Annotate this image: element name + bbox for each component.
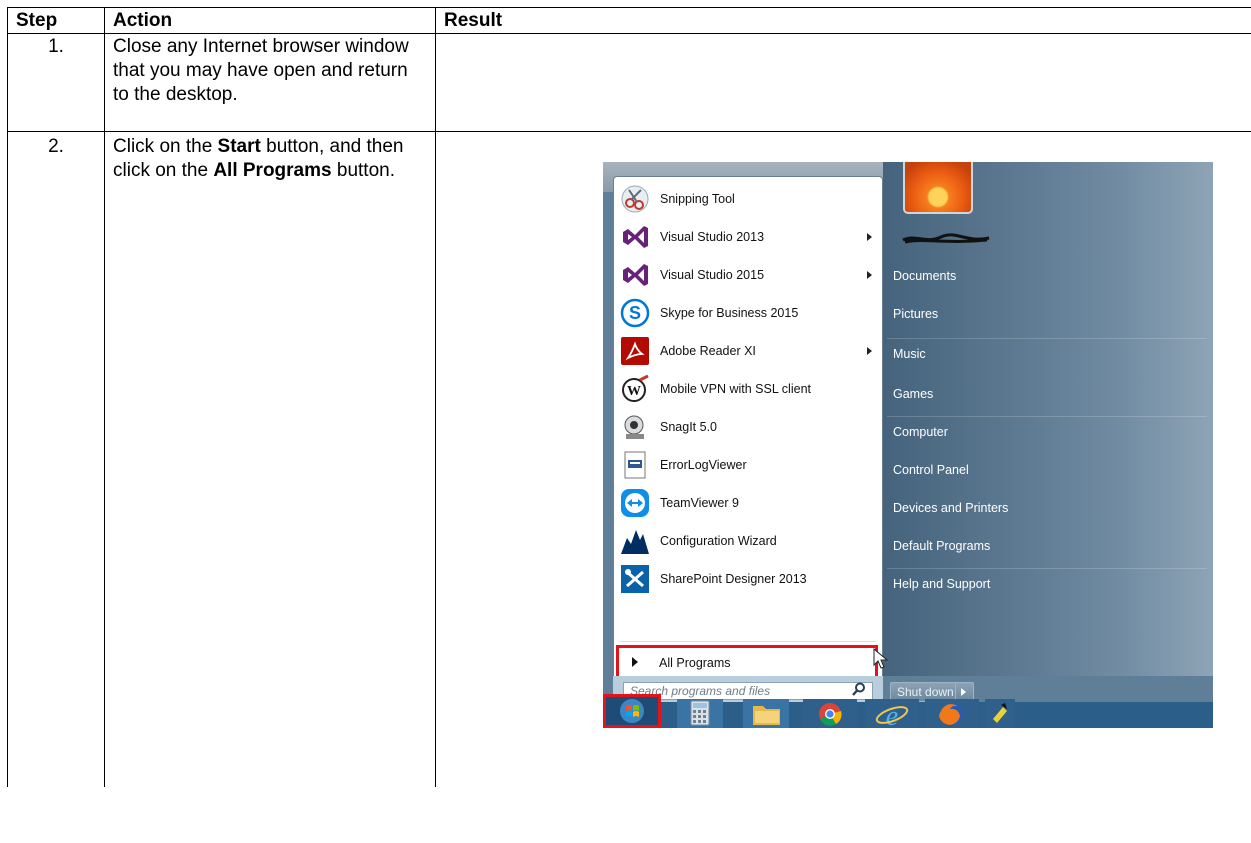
triangle-right-icon xyxy=(632,657,638,667)
visual-studio-icon xyxy=(620,260,650,290)
log-viewer-icon xyxy=(620,450,650,480)
program-label: ErrorLogViewer xyxy=(660,458,747,472)
start-link-help-and-support[interactable]: Help and Support xyxy=(893,576,990,592)
all-programs-keyword: All Programs xyxy=(213,160,332,181)
program-item[interactable]: Configuration Wizard xyxy=(614,523,882,559)
start-orb-icon xyxy=(620,699,644,723)
start-button[interactable] xyxy=(603,694,661,728)
program-item[interactable]: Snipping Tool xyxy=(614,181,882,217)
header-row: Step Action Result xyxy=(7,7,1251,34)
program-label: Snipping Tool xyxy=(660,192,735,206)
start-link-pictures[interactable]: Pictures xyxy=(893,306,938,322)
internet-explorer-icon[interactable]: e xyxy=(865,696,919,728)
partial-taskbar-icon[interactable] xyxy=(985,696,1015,728)
divider xyxy=(887,416,1207,417)
program-label: SnagIt 5.0 xyxy=(660,420,717,434)
program-label: Visual Studio 2015 xyxy=(660,268,765,282)
user-picture-icon[interactable] xyxy=(903,162,973,214)
header-result: Result xyxy=(435,7,1251,34)
program-item[interactable]: Adobe Reader XI xyxy=(614,333,882,369)
divider xyxy=(887,338,1207,339)
table-row: 1. Close any Internet browser window tha… xyxy=(7,33,1251,132)
divider xyxy=(887,568,1207,569)
step-result: Snipping Tool Visual Studio 2013 Visual St… xyxy=(435,131,1251,787)
program-item[interactable]: Visual Studio 2013 xyxy=(614,219,882,255)
svg-text:e: e xyxy=(886,701,898,728)
instructions-table: Step Action Result 1. Close any Internet… xyxy=(7,7,1251,787)
visual-studio-icon xyxy=(620,222,650,252)
skype-icon: S xyxy=(620,298,650,328)
program-item[interactable]: W Mobile VPN with SSL client xyxy=(614,371,882,407)
step-number: 1. xyxy=(7,33,105,132)
program-label: Mobile VPN with SSL client xyxy=(660,382,811,396)
step-result xyxy=(435,33,1251,132)
start-menu-programs-pane: Snipping Tool Visual Studio 2013 Visual St… xyxy=(613,176,883,681)
svg-text:S: S xyxy=(629,303,641,323)
program-label: TeamViewer 9 xyxy=(660,496,739,510)
program-label: Visual Studio 2013 xyxy=(660,230,765,244)
program-label: Configuration Wizard xyxy=(660,534,777,548)
start-link-control-panel[interactable]: Control Panel xyxy=(893,462,969,478)
firefox-icon[interactable] xyxy=(925,696,979,728)
submenu-arrow-icon xyxy=(867,233,872,241)
program-item[interactable]: TeamViewer 9 xyxy=(614,485,882,521)
table-row: 2. Click on the Start button, and then c… xyxy=(7,131,1251,787)
submenu-arrow-icon xyxy=(867,347,872,355)
chrome-icon[interactable] xyxy=(803,696,857,728)
program-item[interactable]: SnagIt 5.0 xyxy=(614,409,882,445)
configuration-wizard-icon xyxy=(620,526,650,556)
program-item[interactable]: SharePoint Designer 2013 xyxy=(614,561,882,597)
program-label: Skype for Business 2015 xyxy=(660,306,799,320)
program-item[interactable]: S Skype for Business 2015 xyxy=(614,295,882,331)
snagit-icon xyxy=(620,412,650,442)
step-number: 2. xyxy=(7,131,105,787)
program-item[interactable]: Visual Studio 2015 xyxy=(614,257,882,293)
svg-text:W: W xyxy=(627,384,641,399)
start-link-computer[interactable]: Computer xyxy=(893,424,948,440)
redacted-username xyxy=(902,233,990,244)
program-label: Adobe Reader XI xyxy=(660,344,756,358)
divider xyxy=(620,641,876,642)
scissors-icon xyxy=(620,184,650,214)
taskbar-icons: e xyxy=(603,676,1213,728)
start-menu-screenshot: Snipping Tool Visual Studio 2013 Visual St… xyxy=(603,162,1213,728)
start-keyword: Start xyxy=(217,136,261,157)
mouse-cursor-icon xyxy=(873,648,889,669)
adobe-reader-icon xyxy=(620,336,650,366)
header-step: Step xyxy=(7,7,105,34)
start-link-devices-and-printers[interactable]: Devices and Printers xyxy=(893,500,1008,516)
start-link-default-programs[interactable]: Default Programs xyxy=(893,538,990,554)
submenu-arrow-icon xyxy=(867,271,872,279)
step-action: Close any Internet browser window that y… xyxy=(104,33,436,132)
program-item[interactable]: ErrorLogViewer xyxy=(614,447,882,483)
sharepoint-designer-icon xyxy=(620,564,650,594)
step-action: Click on the Start button, and then clic… xyxy=(104,131,436,787)
header-action: Action xyxy=(104,7,436,34)
start-link-music[interactable]: Music xyxy=(893,346,926,362)
vpn-icon: W xyxy=(620,374,650,404)
file-explorer-icon[interactable] xyxy=(739,696,793,728)
start-link-documents[interactable]: Documents xyxy=(893,268,956,284)
teamviewer-icon xyxy=(620,488,650,518)
calculator-icon[interactable] xyxy=(673,696,727,728)
start-link-games[interactable]: Games xyxy=(893,386,933,402)
program-label: SharePoint Designer 2013 xyxy=(660,572,807,586)
